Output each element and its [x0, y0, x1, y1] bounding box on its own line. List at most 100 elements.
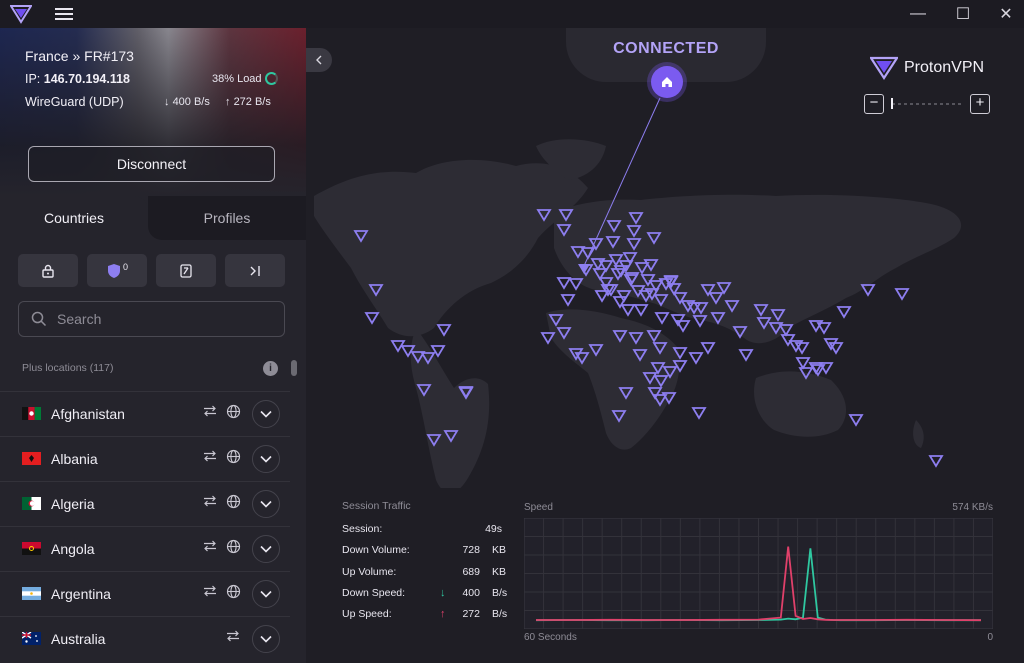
speed-graph: [524, 518, 993, 629]
netshield-filter-button[interactable]: 0: [87, 254, 147, 287]
traffic-value: 400: [462, 586, 480, 599]
server-marker[interactable]: [795, 357, 811, 370]
tor-icon: [250, 265, 260, 276]
up-arrow-icon: ↑: [225, 96, 234, 108]
server-marker[interactable]: [894, 288, 910, 301]
search-box: [18, 301, 285, 337]
server-marker[interactable]: [560, 294, 576, 307]
flag-algeria-icon: [22, 497, 41, 510]
globe-icon[interactable]: [224, 539, 242, 557]
server-marker[interactable]: [860, 284, 876, 297]
expand-country-button[interactable]: [252, 400, 280, 428]
chevron-left-icon: [316, 55, 322, 65]
sidebar-tabs: Countries Profiles: [0, 196, 306, 240]
server-marker[interactable]: [848, 414, 864, 427]
zoom-out-button[interactable]: −: [864, 94, 884, 114]
server-marker[interactable]: [364, 312, 380, 325]
zoom-slider[interactable]: [892, 103, 964, 105]
server-marker[interactable]: [738, 349, 754, 362]
minimize-button[interactable]: —: [895, 0, 941, 28]
p2p-filter-button[interactable]: [156, 254, 216, 287]
expand-country-button[interactable]: [252, 535, 280, 563]
country-row[interactable]: Australia: [0, 616, 290, 661]
traffic-row: Session: 49s: [342, 523, 512, 544]
brand-name: ProtonVPN: [904, 59, 985, 76]
traffic-value: 49s: [485, 523, 502, 535]
server-marker[interactable]: [654, 312, 670, 325]
switch-icon[interactable]: [224, 629, 242, 647]
ip-label: IP:: [25, 72, 41, 86]
traffic-row: Up Speed: ↑ 272 B/s: [342, 608, 512, 629]
globe-icon[interactable]: [224, 584, 242, 602]
speed-graph-x-left: 60 Seconds: [524, 632, 577, 643]
scrollbar-thumb[interactable]: [291, 360, 297, 376]
upload-rate-value: 272 B/s: [233, 96, 271, 108]
server-marker[interactable]: [816, 322, 832, 335]
expand-country-button[interactable]: [252, 580, 280, 608]
country-row[interactable]: Argentina: [0, 571, 290, 616]
server-marker[interactable]: [633, 304, 649, 317]
server-marker[interactable]: [700, 342, 716, 355]
home-location-button[interactable]: [651, 66, 683, 98]
expand-country-button[interactable]: [252, 445, 280, 473]
traffic-unit: KB: [492, 565, 507, 578]
chevron-down-icon: [260, 455, 272, 463]
country-row[interactable]: Albania: [0, 436, 290, 481]
traffic-value: 728: [462, 544, 480, 557]
load-ring-icon: [265, 72, 278, 85]
zoom-slider-thumb[interactable]: [891, 98, 893, 109]
plus-locations-label: Plus locations (117): [22, 362, 114, 374]
search-input[interactable]: [57, 311, 257, 327]
country-list-scrollbar[interactable]: [290, 358, 298, 663]
secure-core-filter-button[interactable]: [18, 254, 78, 287]
switch-icon[interactable]: [201, 539, 219, 557]
collapse-sidebar-button[interactable]: [306, 48, 332, 72]
session-traffic-title: Session Traffic: [342, 500, 411, 512]
server-marker[interactable]: [691, 407, 707, 420]
expand-country-button[interactable]: [252, 625, 280, 653]
search-icon: [31, 311, 47, 327]
hamburger-menu-icon[interactable]: [55, 5, 73, 21]
zoom-in-button[interactable]: +: [970, 94, 990, 114]
server-marker[interactable]: [675, 320, 691, 333]
switch-icon[interactable]: [201, 494, 219, 512]
tab-profiles[interactable]: Profiles: [148, 196, 306, 240]
upload-rate: ↑ 272 B/s: [225, 96, 271, 108]
flag-argentina-icon: [22, 587, 41, 600]
country-row[interactable]: Algeria: [0, 481, 290, 526]
country-row[interactable]: Afghanistan: [0, 391, 290, 436]
server-marker[interactable]: [620, 304, 636, 317]
server-marker[interactable]: [688, 352, 704, 365]
traffic-row: Down Volume: 728 KB: [342, 544, 512, 565]
maximize-button[interactable]: ☐: [940, 0, 986, 28]
proton-vpn-logo-icon: [870, 56, 898, 80]
speed-graph-label: Speed: [524, 502, 553, 513]
server-marker[interactable]: [568, 278, 584, 291]
disconnect-button[interactable]: Disconnect: [28, 146, 275, 182]
sidebar: France » FR#173 IP: 146.70.194.118 38% L…: [0, 28, 306, 663]
country-row[interactable]: Angola: [0, 526, 290, 571]
server-marker[interactable]: [836, 306, 852, 319]
globe-icon[interactable]: [224, 404, 242, 422]
traffic-value: 689: [462, 565, 480, 578]
expand-country-button[interactable]: [252, 490, 280, 518]
tor-filter-button[interactable]: [225, 254, 285, 287]
chevron-down-icon: [260, 545, 272, 553]
tab-countries[interactable]: Countries: [0, 196, 148, 240]
chevron-down-icon: [260, 410, 272, 418]
globe-icon[interactable]: [224, 494, 242, 512]
server-marker[interactable]: [436, 324, 452, 337]
title-bar: — ☐ ✕: [0, 0, 1024, 28]
country-name: Afghanistan: [51, 406, 125, 422]
switch-icon[interactable]: [201, 404, 219, 422]
server-marker[interactable]: [556, 277, 572, 290]
country-list: Afghanistan Albania Algeria Angola Argentina…: [0, 391, 290, 661]
switch-icon[interactable]: [201, 449, 219, 467]
close-button[interactable]: ✕: [983, 0, 1024, 28]
globe-icon[interactable]: [224, 449, 242, 467]
brand-logo: ProtonVPN: [870, 56, 984, 80]
switch-icon[interactable]: [201, 584, 219, 602]
server-marker[interactable]: [928, 455, 944, 468]
ip-value: 146.70.194.118: [43, 72, 130, 86]
info-icon[interactable]: i: [263, 361, 278, 376]
